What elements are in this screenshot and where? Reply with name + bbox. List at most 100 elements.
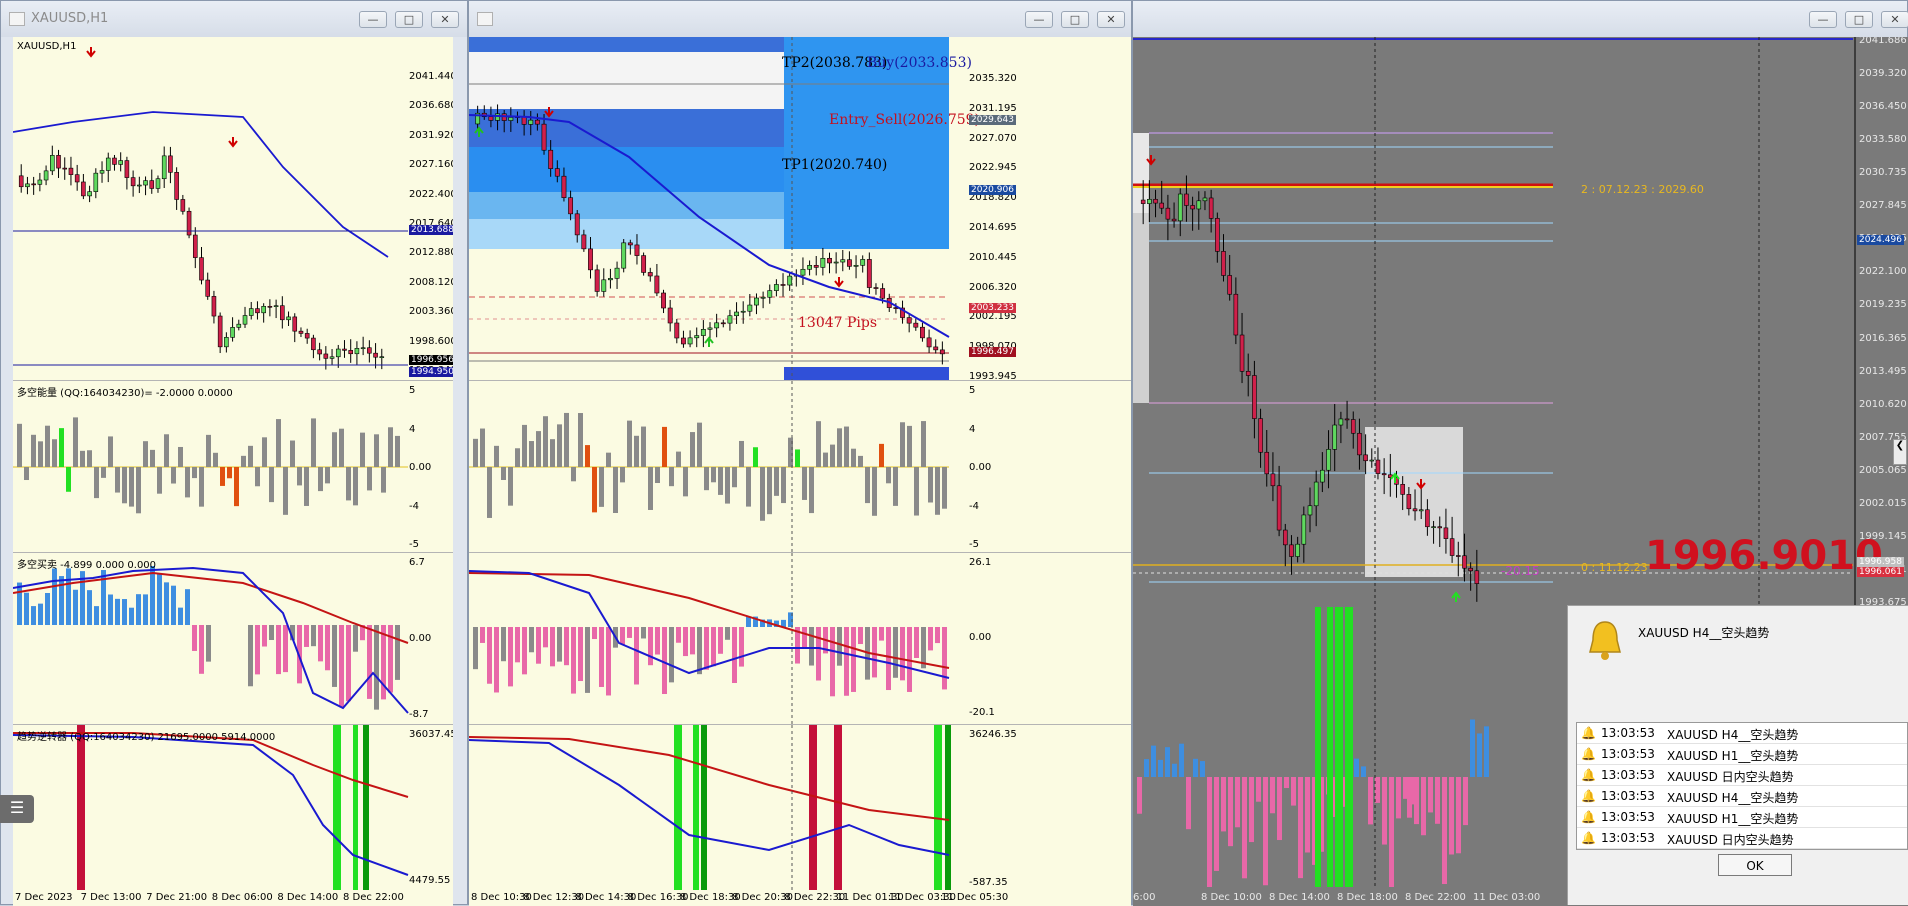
maximize-button[interactable]: □ — [1845, 11, 1873, 28]
indicator-pane-reversal[interactable]: 36246.35 -587.35 — [469, 725, 1131, 890]
alert-dialog[interactable]: XAUUSD H4__空头趋势 🔔 13:03:53 XAUUSD H4__空头… — [1567, 605, 1908, 905]
candle-body — [1437, 526, 1443, 529]
minimize-button[interactable]: — — [1025, 11, 1053, 28]
histogram-bar — [865, 467, 870, 504]
histogram-bar — [697, 627, 702, 675]
candle-body — [323, 353, 329, 359]
alert-row[interactable]: 🔔 13:03:53 XAUUSD H4__空头趋势 — [1577, 723, 1907, 744]
histogram-bar — [346, 467, 351, 501]
alert-row[interactable]: 🔔 13:03:53 XAUUSD H1__空头趋势 — [1577, 807, 1907, 828]
price-pane[interactable]: TP2(2038.783) Buy(2033.853) Entry_Sell(2… — [469, 37, 1131, 381]
candle-body — [62, 167, 68, 170]
candle-body — [508, 117, 514, 121]
alert-row[interactable]: 🔔 13:03:53 XAUUSD 日内空头趋势 — [1577, 828, 1907, 849]
price-axis-label: 2031.920 — [409, 129, 453, 141]
candle-body — [1443, 527, 1449, 539]
alert-row[interactable]: 🔔 13:03:53 XAUUSD H4__空头趋势 — [1577, 786, 1907, 807]
buysell-indicator — [469, 553, 950, 724]
candle-body — [1208, 197, 1214, 219]
price-axis-label: -20.1 — [969, 707, 995, 718]
price-axis-label: 2022.400 — [409, 188, 453, 200]
price-axis-label: 2019.235 — [1859, 299, 1907, 311]
minimize-button[interactable]: — — [1809, 11, 1837, 28]
side-menu-button[interactable]: ☰ — [0, 795, 34, 823]
histogram-bar — [24, 592, 29, 625]
window-titlebar[interactable]: — □ ✕ — [469, 1, 1131, 37]
candle-body — [236, 323, 242, 328]
close-button[interactable]: ✕ — [1097, 11, 1125, 28]
histogram-bar — [101, 467, 106, 478]
candle-body — [81, 181, 86, 197]
alert-row[interactable]: 🔔 13:03:53 XAUUSD H1__空头趋势 — [1577, 744, 1907, 765]
indicator-pane-buysell[interactable]: 26.1 0.00 -20.1 — [469, 553, 1131, 725]
chart-window-xauusd-h1[interactable]: XAUUSD,H1 — □ ✕ XAUUSD,H1 2041.440 2036.6… — [0, 0, 468, 906]
ok-button[interactable]: OK — [1718, 854, 1792, 876]
price-axis-background — [1855, 37, 1908, 607]
chart-area[interactable]: TP2(2038.783) Buy(2033.853) Entry_Sell(2… — [469, 37, 1131, 906]
candle-body — [192, 234, 198, 258]
histogram-bar — [690, 432, 695, 467]
chart-area[interactable]: XAUUSD,H1 2041.440 2036.680 2031.920 2027.1… — [13, 37, 453, 906]
histogram-bar — [171, 467, 176, 484]
minimize-button[interactable]: — — [359, 11, 387, 28]
histogram-bar — [830, 444, 835, 467]
candle-body — [740, 310, 746, 313]
candle-body — [230, 327, 235, 338]
price-axis-label: -4 — [969, 500, 979, 512]
candle-body — [641, 255, 647, 273]
candle-body — [1320, 469, 1325, 483]
alert-row[interactable]: 🔔 13:03:53 XAUUSD 日内空头趋势 — [1577, 765, 1907, 786]
indicator-pane-buysell[interactable]: 多空买卖 -4.899 0.000 0.000 6.7 0.00 -8.7 — [13, 553, 453, 725]
indicator-pane-reversal[interactable]: 趋势逆转器 (QQ:164034230) 21695.0000 5914.000… — [13, 725, 453, 890]
candle-body — [813, 265, 819, 268]
candle-body — [373, 352, 378, 358]
indicator-line — [469, 736, 950, 821]
histogram-bar — [1137, 777, 1142, 814]
histogram-bar — [942, 467, 947, 509]
histogram-bar — [844, 627, 849, 696]
price-axis-label: 26.1 — [969, 557, 992, 568]
histogram-bar — [648, 467, 653, 510]
histogram-bar — [1284, 777, 1289, 789]
window-titlebar[interactable]: XAUUSD,H1 — □ ✕ — [1, 1, 467, 37]
histogram-bar — [220, 467, 225, 486]
indicator-pane-energy[interactable]: 5 4 0.00 -4 -5 — [469, 381, 1131, 553]
histogram-bar — [255, 625, 260, 675]
histogram-bar — [1179, 743, 1184, 777]
candle-body — [880, 288, 886, 299]
candle-body — [199, 257, 204, 281]
price-axis-label: 2010.620 — [1859, 398, 1907, 410]
close-button[interactable]: ✕ — [1881, 11, 1908, 28]
signal-bar — [1315, 607, 1321, 887]
histogram-bar — [262, 437, 267, 467]
indicator-label: 多空能量 (QQ:164034230)= -2.0000 0.0000 — [17, 388, 233, 399]
candle-body — [601, 279, 607, 292]
close-button[interactable]: ✕ — [431, 11, 459, 28]
candle-body — [224, 337, 229, 348]
histogram-bar — [59, 576, 64, 625]
histogram-bar — [1368, 777, 1373, 825]
reversal-indicator — [469, 725, 951, 890]
alert-time: 13:03:53 — [1601, 726, 1655, 740]
candle-body — [99, 170, 105, 174]
histogram-bar — [1256, 777, 1261, 802]
price-axis-label: 0.00 — [969, 632, 992, 643]
window-titlebar[interactable]: — □ ✕ — [1133, 1, 1908, 37]
histogram-bar — [634, 435, 639, 467]
histogram-bar — [94, 606, 99, 625]
price-axis-label: 36246.35 — [969, 729, 1017, 740]
histogram-bar — [290, 440, 295, 467]
chart-window-xauusd-m[interactable]: — □ ✕ TP2(2038.783) Buy(2033.853) Entry_… — [468, 0, 1132, 906]
maximize-button[interactable]: □ — [1061, 11, 1089, 28]
price-pane[interactable]: XAUUSD,H1 2041.440 2036.680 2031.920 2027.1… — [13, 37, 453, 381]
candle-body — [568, 197, 574, 215]
maximize-button[interactable]: □ — [395, 11, 423, 28]
histogram-bar — [73, 589, 78, 625]
histogram-bar — [900, 627, 905, 681]
indicator-pane-energy[interactable]: 多空能量 (QQ:164034230)= -2.0000 0.0000 5 4 0.… — [13, 381, 453, 553]
candle-body — [1412, 508, 1418, 512]
histogram-bar — [571, 467, 576, 482]
candle-body — [754, 297, 759, 306]
scroll-right-tab[interactable]: ❮ — [1893, 439, 1907, 465]
alert-list[interactable]: 🔔 13:03:53 XAUUSD H4__空头趋势 🔔 13:03:53 XAU… — [1576, 722, 1908, 850]
